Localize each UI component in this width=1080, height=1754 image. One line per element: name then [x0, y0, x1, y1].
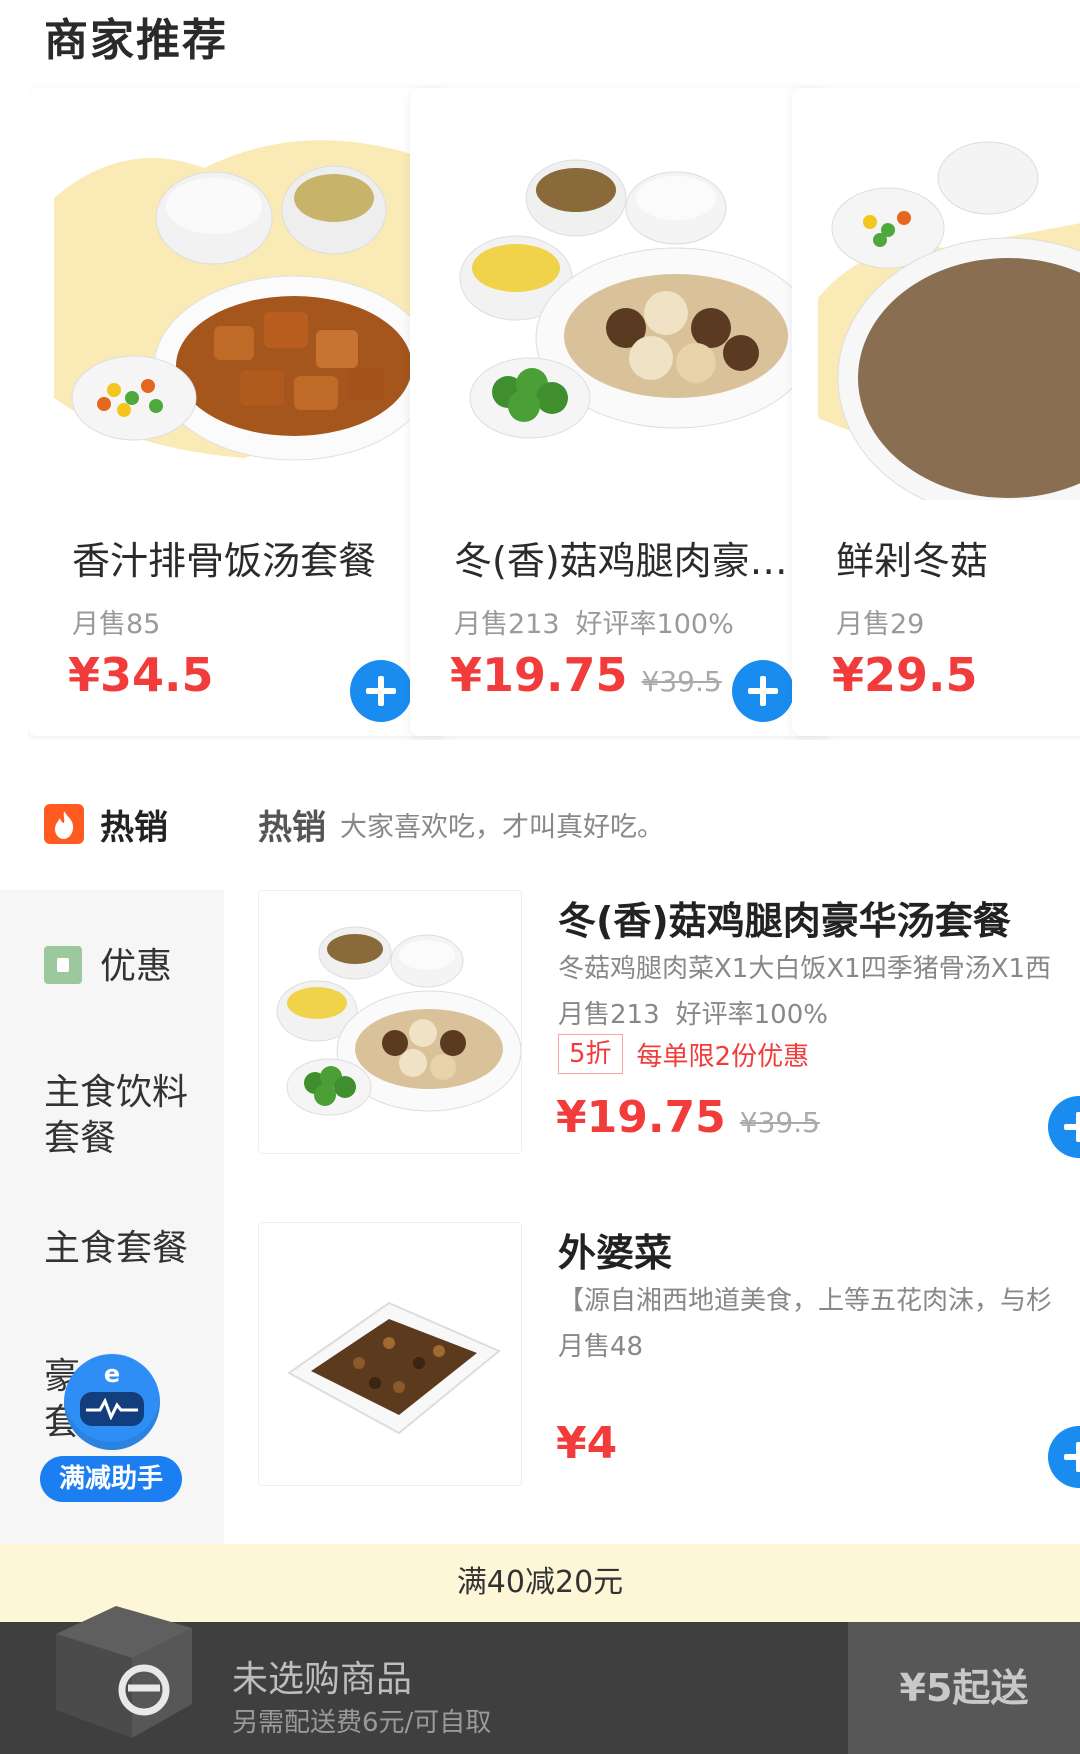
checkout-button[interactable]: ¥5起送	[848, 1622, 1080, 1754]
dish-name: 香汁排骨饭汤套餐	[72, 539, 377, 583]
recommend-card[interactable]: 冬(香)菇鸡腿肉豪… 月售213 好评率100% ¥19.75 ¥39.5	[410, 88, 830, 736]
original-price: ¥39.5	[739, 1106, 820, 1139]
dish-name: 冬(香)菇鸡腿肉豪…	[454, 539, 788, 583]
discount-badge: 5折	[558, 1034, 623, 1074]
cart-bar: 未选购商品 另需配送费6元/可自取 ¥5起送	[0, 1606, 1080, 1754]
promo-row: 5折 每单限2份优惠	[558, 1034, 809, 1074]
limit-text: 每单限2份优惠	[636, 1041, 810, 1072]
product-price: ¥4	[556, 1418, 618, 1469]
dish-price: ¥34.5	[68, 648, 214, 702]
section-title: 商家推荐	[44, 15, 228, 66]
hot-section-desc: 大家喜欢吃，才叫真好吃。	[340, 811, 664, 843]
sidebar-item-meal-drink-combo[interactable]: 主食饮料 套餐	[44, 1070, 188, 1162]
sidebar-item-label: 优惠	[100, 946, 173, 987]
dish-sales: 月售29	[836, 609, 925, 640]
product-sales: 月售48	[558, 1332, 644, 1362]
sidebar-item-discount[interactable]: 优惠	[44, 944, 172, 990]
cart-subtitle: 另需配送费6元/可自取	[232, 1708, 492, 1738]
product-desc: 冬菇鸡腿肉菜X1大白饭X1四季猪骨汤X1西	[558, 954, 1052, 984]
hot-section-header: 热销 大家喜欢吃，才叫真好吃。	[258, 800, 664, 848]
fire-icon	[44, 804, 84, 844]
product-desc: 【源自湘西地道美食，上等五花肉沫，与杉	[558, 1286, 1053, 1316]
assistant-label: 满减助手	[40, 1456, 182, 1502]
recommend-row[interactable]: 香汁排骨饭汤套餐 月售85 ¥34.5 冬(香)菇鸡腿肉豪… 月售213 好评率…	[28, 80, 1080, 740]
dish-price: ¥29.5	[832, 648, 978, 702]
cart-box-icon[interactable]	[46, 1592, 200, 1740]
add-to-cart-button[interactable]	[350, 660, 412, 722]
product-name: 冬(香)菇鸡腿肉豪华汤套餐	[558, 899, 1011, 943]
product-photo	[258, 1222, 522, 1486]
food-photo	[44, 98, 448, 500]
category-hot-tab[interactable]: 热销	[44, 800, 168, 848]
dish-price: ¥19.75 ¥39.5	[450, 648, 722, 702]
discount-assistant-button[interactable]: e 满减助手	[40, 1354, 182, 1504]
recommend-card[interactable]: 香汁排骨饭汤套餐 月售85 ¥34.5	[28, 88, 448, 736]
discount-tag-icon	[44, 946, 82, 984]
sidebar-item-meal-combo[interactable]: 主食套餐	[44, 1226, 188, 1272]
food-photo	[426, 98, 830, 500]
food-photo	[808, 98, 1080, 500]
product-item[interactable]: 冬(香)菇鸡腿肉豪华汤套餐 冬菇鸡腿肉菜X1大白饭X1四季猪骨汤X1西 月售21…	[258, 890, 1080, 1158]
recommend-card[interactable]: 鲜剁冬菇 月售29 ¥29.5	[792, 88, 1080, 736]
add-to-cart-button[interactable]	[1048, 1426, 1080, 1488]
add-to-cart-button[interactable]	[1048, 1096, 1080, 1158]
product-name: 外婆菜	[558, 1231, 673, 1275]
product-sales: 月售213 好评率100%	[558, 1000, 828, 1030]
product-item[interactable]: 外婆菜 【源自湘西地道美食，上等五花肉沫，与杉 月售48 ¥4	[258, 1222, 1080, 1488]
product-photo	[258, 890, 522, 1154]
category-hot-label: 热销	[100, 807, 168, 848]
add-to-cart-button[interactable]	[732, 660, 794, 722]
product-price: ¥19.75 ¥39.5	[556, 1092, 820, 1143]
dish-sales: 月售85	[72, 609, 161, 640]
dish-name: 鲜剁冬菇	[836, 539, 989, 583]
dish-sales: 月售213 好评率100%	[454, 609, 734, 640]
cart-title: 未选购商品	[232, 1659, 413, 1700]
robot-icon: e	[64, 1354, 160, 1450]
hot-section-title: 热销	[258, 807, 326, 848]
original-price: ¥39.5	[641, 665, 722, 698]
